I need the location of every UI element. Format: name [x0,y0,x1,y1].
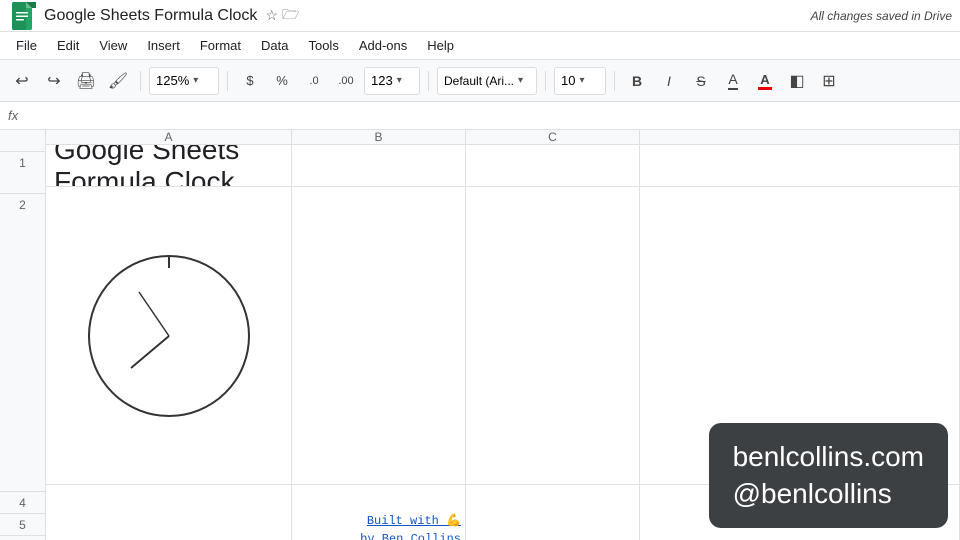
toolbar-separator-4 [545,71,546,91]
promo-box: benlcollins.com @benlcollins [709,423,948,528]
row-number-1: 1 [0,152,45,194]
bold-button[interactable]: B [623,67,651,95]
title-text: Google Sheets Formula Clock [54,145,291,186]
title-bar: Google Sheets Formula Clock ☆ 🗁 All chan… [0,0,960,32]
cell-c1[interactable] [466,145,640,186]
formula-input[interactable] [26,105,952,127]
paint-format-button[interactable]: 🖌 [104,67,132,95]
font-family-value: Default (Ari... [444,74,514,88]
font-size-chevron-icon: ▾ [579,75,584,86]
cell-a1[interactable]: Google Sheets Formula Clock [46,145,292,186]
text-color-button[interactable]: A [751,67,779,95]
sheets-logo-icon [8,2,36,30]
number-format-select[interactable]: 123 ▾ [364,67,420,95]
menu-edit[interactable]: Edit [49,36,87,55]
row-number-6: 6 [0,536,45,540]
row-num-header [0,130,45,152]
row-number-5: 5 [0,514,45,536]
undo-button[interactable]: ↩ [8,67,36,95]
drive-status: All changes saved in Drive [811,9,952,23]
menu-tools[interactable]: Tools [300,36,346,55]
zoom-chevron-icon: ▾ [193,75,198,86]
cell-c-built[interactable] [466,485,640,540]
folder-icon[interactable]: 🗁 [282,4,299,28]
cell-b-built[interactable]: Built with 💪 by Ben Collins [292,485,466,540]
col-header-c[interactable]: C [466,130,640,144]
text-color-indicator [758,87,772,90]
menu-view[interactable]: View [91,36,135,55]
cell-b-clock[interactable] [292,187,466,484]
fx-label: fx [8,108,18,123]
decimal-increase-button[interactable]: .00 [332,67,360,95]
italic-button[interactable]: I [655,67,683,95]
cell-rest-1[interactable] [640,145,960,186]
font-chevron-icon: ▾ [518,75,523,86]
font-size-value: 10 [561,73,575,88]
redo-button[interactable]: ↪ [40,67,68,95]
print-button[interactable]: 🖨 [72,67,100,95]
font-size-select[interactable]: 10 ▾ [554,67,606,95]
menu-bar: File Edit View Insert Format Data Tools … [0,32,960,60]
star-icon[interactable]: ☆ [265,7,278,24]
underline-button[interactable]: A [719,67,747,95]
toolbar-separator-3 [428,71,429,91]
fill-color-button[interactable]: ◧ [783,67,811,95]
font-family-select[interactable]: Default (Ari... ▾ [437,67,537,95]
menu-data[interactable]: Data [253,36,296,55]
col-headers: A B C [46,130,960,145]
cell-clock[interactable] [46,187,292,484]
borders-button[interactable]: ⊞ [815,67,843,95]
promo-twitter-text: @benlcollins [733,476,924,512]
menu-insert[interactable]: Insert [139,36,188,55]
zoom-select[interactable]: 125% ▾ [149,67,219,95]
spreadsheet: 1 2 4 5 6 A B C [0,130,960,540]
toolbar: ↩ ↪ 🖨 🖌 125% ▾ $ % .0 .00 123 ▾ Default … [0,60,960,102]
menu-addons[interactable]: Add-ons [351,36,415,55]
col-header-rest [640,130,960,144]
col-header-b[interactable]: B [292,130,466,144]
cell-b1[interactable] [292,145,466,186]
percent-button[interactable]: % [268,67,296,95]
cell-c-clock[interactable] [466,187,640,484]
formula-bar: fx [0,102,960,130]
number-format-value: 123 [371,73,393,88]
zoom-value: 125% [156,73,189,88]
grid-row-1: Google Sheets Formula Clock [46,145,960,187]
number-format-chevron-icon: ▾ [397,75,402,86]
underline-label: A [728,71,737,90]
row-numbers: 1 2 4 5 6 [0,130,46,540]
row-number-2-3: 2 [0,194,45,492]
built-with-line1: Built with 💪 [360,512,461,530]
toolbar-separator-5 [614,71,615,91]
text-color-label: A [760,72,769,87]
row-number-4: 4 [0,492,45,514]
col-header-a[interactable]: A [46,130,292,144]
menu-help[interactable]: Help [419,36,462,55]
clock-svg [79,246,259,426]
menu-file[interactable]: File [8,36,45,55]
document-title: Google Sheets Formula Clock [44,7,257,25]
promo-site-text: benlcollins.com [733,439,924,475]
built-with-line2: by Ben Collins [360,530,461,540]
decimal-decrease-button[interactable]: .0 [300,67,328,95]
menu-format[interactable]: Format [192,36,249,55]
strikethrough-button[interactable]: S [687,67,715,95]
toolbar-separator-1 [140,71,141,91]
cell-a-built[interactable] [46,485,292,540]
toolbar-separator-2 [227,71,228,91]
built-with-link[interactable]: Built with 💪 by Ben Collins [360,512,461,540]
currency-button[interactable]: $ [236,67,264,95]
